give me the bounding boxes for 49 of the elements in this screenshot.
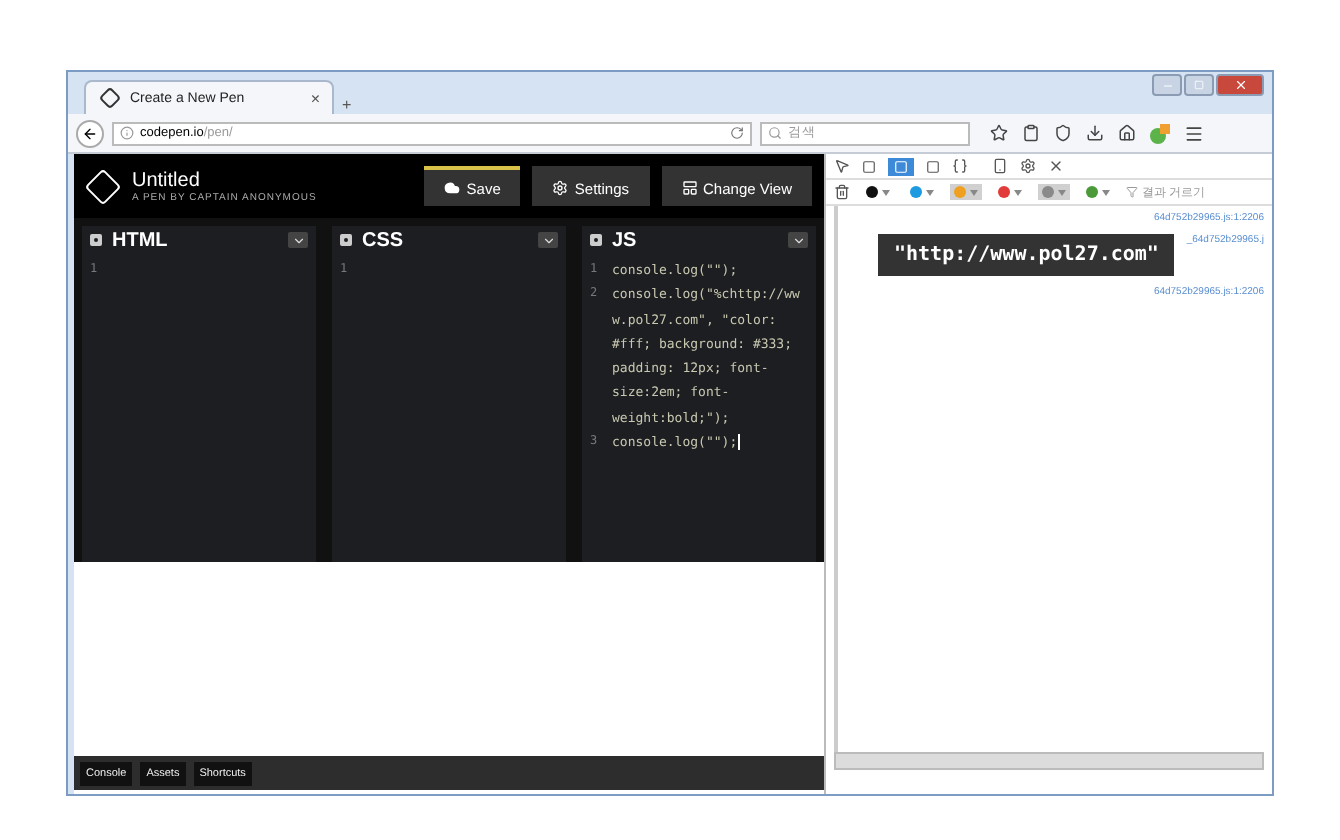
new-tab-button[interactable]: +	[342, 96, 352, 114]
caret-icon	[1058, 189, 1066, 195]
dropdown-button[interactable]	[288, 232, 308, 248]
editor-title: CSS	[362, 229, 406, 251]
caret-icon	[926, 189, 934, 195]
editor-title: JS	[612, 229, 639, 251]
menu-icon[interactable]	[1184, 123, 1204, 143]
clipboard-icon[interactable]	[1022, 124, 1040, 142]
level-filter-button[interactable]	[862, 184, 894, 200]
close-tab-button[interactable]: ×	[310, 89, 320, 107]
responsive-icon[interactable]	[992, 158, 1008, 174]
styled-log-message: "http://www.pol27.com"	[878, 234, 1175, 276]
codepen-logo-icon	[98, 86, 122, 110]
bookmark-icon[interactable]	[990, 124, 1008, 142]
reload-icon[interactable]	[730, 126, 744, 140]
dropdown-button[interactable]	[538, 232, 558, 248]
console-tab[interactable]	[888, 157, 914, 175]
text-cursor	[737, 434, 740, 451]
pen-title: Untitled	[132, 169, 202, 191]
minimize-icon	[1161, 79, 1173, 91]
editor-title: HTML	[112, 229, 170, 251]
frame-icon[interactable]	[862, 159, 876, 173]
chevron-icon	[541, 233, 555, 247]
chevron-icon	[291, 233, 305, 247]
layout-icon	[681, 180, 698, 196]
home-icon[interactable]	[1118, 124, 1136, 142]
filter-icon	[1126, 186, 1138, 198]
caret-icon	[882, 189, 890, 195]
back-button[interactable]	[76, 119, 104, 147]
close-button[interactable]	[1216, 74, 1264, 96]
info-icon	[120, 126, 134, 140]
horizontal-scrollbar[interactable]	[834, 752, 1264, 770]
chevron-icon	[791, 233, 805, 247]
caret-icon	[970, 189, 978, 195]
caret-icon	[1102, 189, 1110, 195]
braces-icon[interactable]	[952, 158, 968, 174]
cloud-icon	[444, 180, 461, 196]
search-icon	[768, 126, 782, 140]
codepen-logo-icon	[84, 167, 122, 205]
clear-icon[interactable]	[834, 184, 850, 200]
shield-icon[interactable]	[1054, 124, 1072, 142]
back-arrow-icon	[82, 125, 98, 141]
picker-icon[interactable]	[834, 158, 850, 174]
maximize-icon	[1194, 80, 1204, 90]
dropdown-button[interactable]	[788, 232, 808, 248]
download-icon[interactable]	[1086, 124, 1104, 142]
caret-icon	[1014, 189, 1022, 195]
close-icon[interactable]	[1048, 158, 1064, 174]
close-icon	[1233, 78, 1247, 92]
